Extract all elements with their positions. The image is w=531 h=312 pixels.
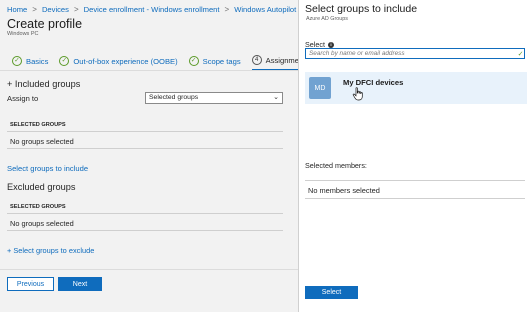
breadcrumb-separator: > <box>73 4 79 14</box>
divider <box>305 198 525 199</box>
tab-basics[interactable]: ✓ Basics <box>12 52 49 70</box>
no-members-text: No members selected <box>308 186 380 195</box>
search-input[interactable] <box>305 48 525 59</box>
page-subtitle: Windows PC <box>7 31 39 37</box>
check-circle-icon: ✓ <box>188 56 199 66</box>
breadcrumb-device-enrollment[interactable]: Device enrollment - Windows enrollment <box>84 5 220 14</box>
assign-to-label: Assign to <box>7 94 39 103</box>
hand-cursor-icon <box>352 87 363 101</box>
excluded-groups-heading: Excluded groups <box>7 182 76 192</box>
tab-scope-tags[interactable]: ✓ Scope tags <box>188 52 241 70</box>
check-circle-icon: ✓ <box>59 56 70 66</box>
create-profile-blade: Home > Devices > Device enrollment - Win… <box>0 0 298 312</box>
chevron-down-icon: ⌄ <box>273 94 279 101</box>
included-groups-table: SELECTED GROUPS No groups selected <box>7 119 283 149</box>
table-header: SELECTED GROUPS <box>7 119 283 132</box>
tab-assignments[interactable]: 4 Assignment <box>251 52 298 70</box>
breadcrumb-devices[interactable]: Devices <box>42 5 69 14</box>
select-groups-pane: Select groups to include Azure AD Groups… <box>298 0 531 312</box>
assign-to-value: Selected groups <box>149 94 199 101</box>
group-name: My DFCI devices <box>343 78 404 87</box>
table-header: SELECTED GROUPS <box>7 201 283 214</box>
tab-oobe[interactable]: ✓ Out-of-box experience (OOBE) <box>59 52 178 70</box>
tab-label: Basics <box>26 56 49 66</box>
tab-label: Scope tags <box>202 56 241 66</box>
tab-label: Out-of-box experience (OOBE) <box>73 56 178 66</box>
tab-label: Assignment <box>265 55 298 65</box>
divider <box>0 269 298 270</box>
checkmark-icon: ✓ <box>517 50 524 58</box>
page-title: Create profile <box>7 17 83 31</box>
info-icon[interactable]: i <box>327 41 334 48</box>
avatar: MD <box>309 77 331 99</box>
breadcrumb: Home > Devices > Device enrollment - Win… <box>7 4 297 14</box>
wizard-tabs: ✓ Basics ✓ Out-of-box experience (OOBE) … <box>0 52 298 71</box>
select-groups-to-exclude-link[interactable]: + Select groups to exclude <box>7 246 94 255</box>
breadcrumb-separator: > <box>224 4 230 14</box>
step-number-icon: 4 <box>251 55 262 65</box>
select-groups-to-include-link[interactable]: Select groups to include <box>7 164 88 173</box>
next-button[interactable]: Next <box>58 277 102 291</box>
check-circle-icon: ✓ <box>12 56 22 66</box>
included-groups-heading: + Included groups <box>7 79 81 89</box>
table-row-empty: No groups selected <box>7 132 283 149</box>
divider <box>305 180 525 181</box>
breadcrumb-home[interactable]: Home <box>7 5 27 14</box>
pane-title: Select groups to include <box>305 3 418 15</box>
breadcrumb-autopilot[interactable]: Windows Autopilot dep <box>234 5 297 14</box>
table-row-empty: No groups selected <box>7 214 283 231</box>
assign-to-dropdown[interactable]: Selected groups ⌄ <box>145 92 283 104</box>
selected-members-label: Selected members: <box>305 161 367 170</box>
previous-button[interactable]: Previous <box>7 277 54 291</box>
breadcrumb-separator: > <box>32 4 37 14</box>
excluded-groups-table: SELECTED GROUPS No groups selected <box>7 201 283 231</box>
group-result-row[interactable]: MD My DFCI devices <box>305 72 527 104</box>
pane-subtitle: Azure AD Groups <box>306 16 348 22</box>
select-button[interactable]: Select <box>305 286 358 299</box>
